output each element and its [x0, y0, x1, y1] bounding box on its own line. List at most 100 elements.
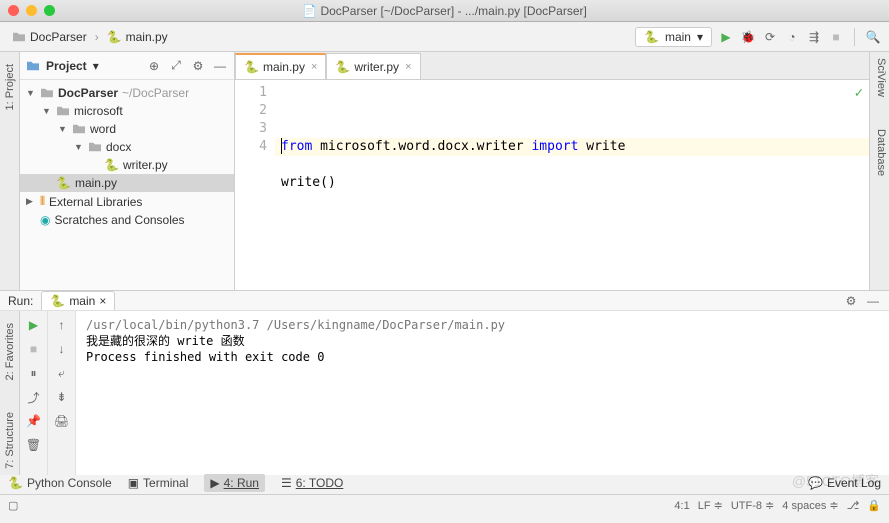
- lock-icon[interactable]: 🔒: [867, 499, 881, 512]
- tree-label: main.py: [75, 176, 117, 190]
- project-header: Project ▾ ⊕ ⤢ ⚙ —: [20, 52, 234, 80]
- git-icon[interactable]: ⎇: [847, 499, 860, 512]
- tree-label: DocParser: [58, 86, 118, 100]
- run-config-select[interactable]: 🐍 main ▾: [635, 27, 712, 47]
- stop-button[interactable]: ■: [26, 341, 42, 357]
- code-area[interactable]: ✓ from microsoft.word.docx.writer import…: [275, 80, 869, 290]
- chevron-down-icon[interactable]: ▾: [93, 59, 99, 73]
- python-file-icon: 🐍: [56, 176, 71, 190]
- profile-button[interactable]: ◔: [784, 29, 800, 45]
- hide-icon[interactable]: —: [212, 58, 228, 74]
- tree-item-external-libraries[interactable]: ▶⫴ External Libraries: [20, 192, 234, 211]
- close-icon[interactable]: ×: [405, 61, 411, 73]
- python-file-icon: 🐍: [104, 158, 119, 172]
- run-tab[interactable]: 🐍 main ×: [41, 291, 115, 310]
- run-button[interactable]: ▶: [718, 29, 734, 45]
- indent[interactable]: 4 spaces ≑: [782, 499, 838, 512]
- terminal-icon: ▣: [128, 476, 139, 490]
- tree-item-word[interactable]: ▼ word: [20, 120, 234, 138]
- right-tool-stripe: SciView Database: [869, 52, 889, 290]
- rerun-button[interactable]: ▶: [26, 317, 42, 333]
- zoom-window-icon[interactable]: [44, 5, 55, 16]
- tree-item-docparser[interactable]: ▼ DocParser ~/DocParser: [20, 84, 234, 102]
- event-log-link[interactable]: 💬Event Log: [808, 476, 881, 490]
- project-label: Project: [46, 59, 87, 73]
- run-panel: Run: 🐍 main × ⚙ — 2: Favorites 7: Struct…: [0, 290, 889, 470]
- code-editor[interactable]: 1234 ✓ from microsoft.word.docx.writer i…: [235, 80, 869, 290]
- down-button[interactable]: ↓: [54, 341, 70, 357]
- chevron-right-icon: ›: [95, 30, 99, 44]
- gear-icon[interactable]: ⚙: [843, 293, 859, 309]
- pin-button[interactable]: 📌: [26, 413, 42, 429]
- tree-item-main-py[interactable]: 🐍 main.py: [20, 174, 234, 192]
- run-toolbar-1: ▶ ■ ⏸ ⤴ 📌 🗑: [20, 311, 48, 475]
- trash-button[interactable]: 🗑: [26, 437, 42, 453]
- close-window-icon[interactable]: [8, 5, 19, 16]
- folder-icon: [40, 87, 54, 99]
- tree-item-scratches-and-consoles[interactable]: ◉ Scratches and Consoles: [20, 211, 234, 229]
- editor-tabs: 🐍main.py×🐍writer.py×: [235, 52, 869, 80]
- run-tab-bottom[interactable]: ▶4: Run: [204, 474, 265, 492]
- database-tool-tab[interactable]: Database: [870, 123, 889, 182]
- tree-item-microsoft[interactable]: ▼ microsoft: [20, 102, 234, 120]
- caret-position[interactable]: 4:1: [674, 500, 689, 512]
- coverage-button[interactable]: ⟳: [762, 29, 778, 45]
- breadcrumb-item[interactable]: DocParser: [8, 28, 91, 46]
- tree-item-docx[interactable]: ▼ docx: [20, 138, 234, 156]
- run-label: Run:: [8, 294, 33, 308]
- left-tool-stripe-2: 2: Favorites 7: Structure: [0, 311, 20, 475]
- tree-label: writer.py: [123, 158, 168, 172]
- stop-button[interactable]: ■: [828, 29, 844, 45]
- tree-label: word: [90, 122, 116, 136]
- wrap-button[interactable]: ⤶: [54, 365, 70, 381]
- window-title: 📄 DocParser [~/DocParser] - .../main.py …: [302, 4, 587, 18]
- list-icon: ☰: [281, 476, 292, 490]
- encoding[interactable]: UTF-8 ≑: [731, 499, 774, 512]
- scroll-button[interactable]: ⇟: [54, 389, 70, 405]
- statusbar: ▢ 4:1 LF ≑ UTF-8 ≑ 4 spaces ≑ ⎇ 🔒: [0, 494, 889, 516]
- terminal-tab[interactable]: ▣Terminal: [128, 476, 189, 490]
- status-icon[interactable]: ▢: [8, 499, 18, 512]
- line-ending[interactable]: LF ≑: [698, 499, 723, 512]
- close-icon[interactable]: ×: [311, 61, 317, 73]
- scratch-icon: ◉: [40, 213, 50, 227]
- gear-icon[interactable]: ⚙: [190, 58, 206, 74]
- concurrent-button[interactable]: ⇶: [806, 29, 822, 45]
- console-output[interactable]: /usr/local/bin/python3.7 /Users/kingname…: [76, 311, 889, 475]
- hide-icon[interactable]: —: [865, 293, 881, 309]
- main-area: 1: Project Project ▾ ⊕ ⤢ ⚙ — ▼ DocParser…: [0, 52, 889, 290]
- folder-icon: [72, 123, 86, 135]
- target-icon[interactable]: ⊕: [146, 58, 162, 74]
- minimize-window-icon[interactable]: [26, 5, 37, 16]
- pause-button[interactable]: ⏸: [26, 365, 42, 381]
- search-button[interactable]: 🔍: [865, 29, 881, 45]
- editor-tab[interactable]: 🐍main.py×: [235, 53, 326, 79]
- editor-tab[interactable]: 🐍writer.py×: [326, 53, 420, 79]
- favorites-tool-tab[interactable]: 2: Favorites: [2, 317, 18, 386]
- tree-label: External Libraries: [49, 195, 142, 209]
- breadcrumb: DocParser › 🐍 main.py: [8, 28, 172, 46]
- folder-icon: [12, 31, 26, 43]
- python-icon: 🐍: [50, 294, 65, 308]
- folder-icon: [88, 141, 102, 153]
- debug-button[interactable]: 🐞: [740, 29, 756, 45]
- caret: [281, 138, 282, 154]
- folder-icon: [56, 105, 70, 117]
- tree-item-writer-py[interactable]: 🐍 writer.py: [20, 156, 234, 174]
- exit-button[interactable]: ⤴: [26, 389, 42, 405]
- tree-arrow-icon: ▼: [74, 142, 84, 152]
- breadcrumb-item[interactable]: 🐍 main.py: [103, 28, 172, 46]
- project-icon: [26, 60, 40, 72]
- close-icon[interactable]: ×: [99, 294, 106, 308]
- editor-panel: 🐍main.py×🐍writer.py× 1234 ✓ from microso…: [235, 52, 869, 290]
- structure-tool-tab[interactable]: 7: Structure: [2, 406, 18, 475]
- expand-icon[interactable]: ⤢: [168, 58, 184, 74]
- sciview-tool-tab[interactable]: SciView: [870, 52, 889, 103]
- up-button[interactable]: ↑: [54, 317, 70, 333]
- tree-hint: ~/DocParser: [122, 86, 189, 100]
- todo-tab[interactable]: ☰6: TODO: [281, 476, 343, 490]
- print-button[interactable]: 🖨: [54, 413, 70, 429]
- python-console-tab[interactable]: 🐍Python Console: [8, 476, 112, 490]
- project-tool-tab[interactable]: 1: Project: [2, 58, 18, 116]
- tree-arrow-icon: ▼: [26, 88, 36, 98]
